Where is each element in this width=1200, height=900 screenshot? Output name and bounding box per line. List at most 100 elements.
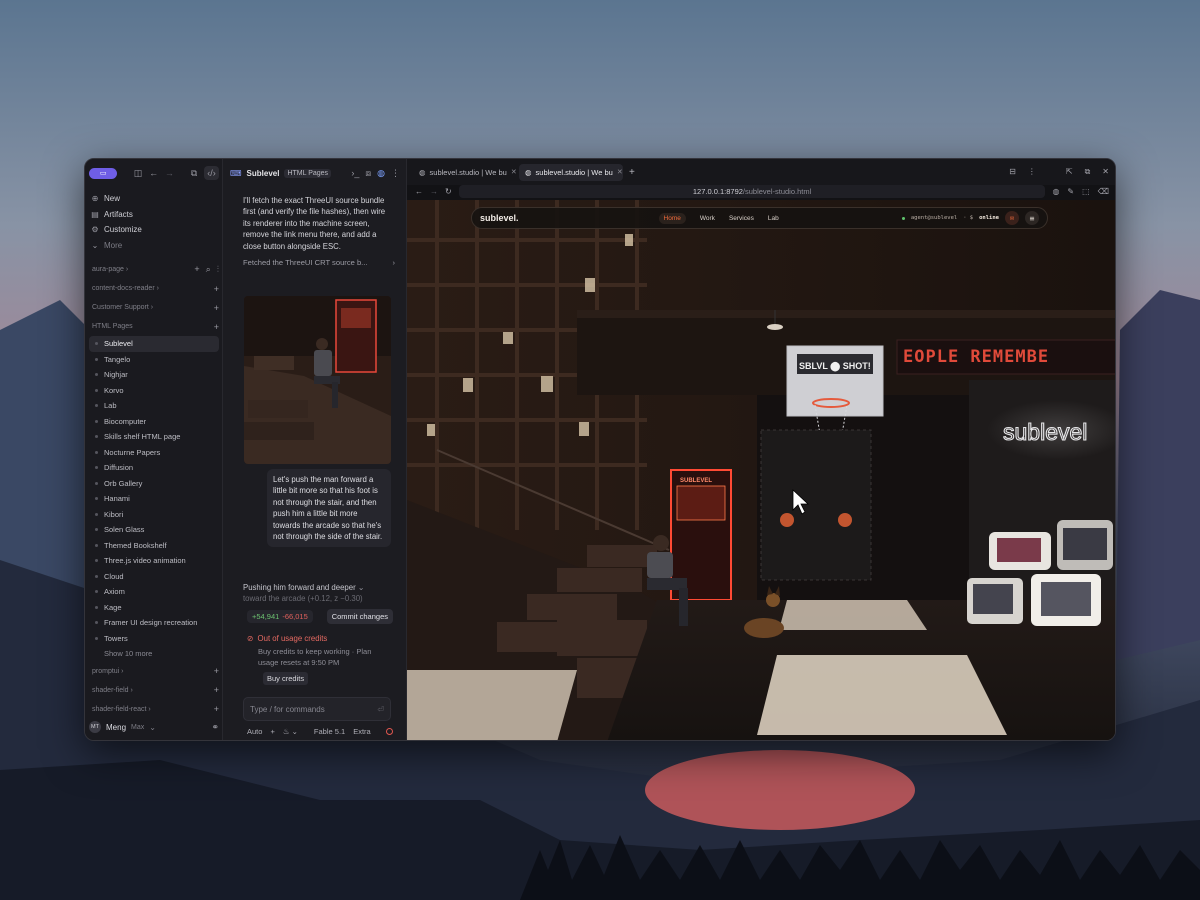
3d-arcade-scene[interactable]: SBLVL ⬤ SHOT! EOPLE REMEMBE sublevel SUB…: [407, 200, 1116, 741]
sidebar-item-axiom[interactable]: Axiom: [85, 584, 223, 600]
new-chat-button[interactable]: ⊕ New: [91, 191, 217, 207]
sidebar-item-lab[interactable]: Lab: [85, 398, 223, 414]
forward-arrow-icon[interactable]: →: [430, 187, 438, 196]
sidebar-item-nighjar[interactable]: Nighjar: [85, 367, 223, 383]
sidebar-item-tangelo[interactable]: Tangelo: [85, 352, 223, 368]
project-badge[interactable]: HTML Pages: [284, 168, 332, 178]
plus-icon[interactable]: +: [214, 704, 219, 714]
plus-icon[interactable]: +: [214, 284, 219, 294]
plus-icon[interactable]: +: [214, 322, 219, 332]
mode-selector[interactable]: Auto: [247, 727, 262, 736]
sidebar-item-label: Kibori: [104, 509, 124, 519]
more-icon[interactable]: ⋮: [1028, 167, 1036, 177]
sidebar-item-biocomputer[interactable]: Biocomputer: [85, 414, 223, 430]
sidebar-item-three-js-video-animation[interactable]: Three.js video animation: [85, 553, 223, 569]
section-shader-field-react[interactable]: shader-field-react › +: [85, 700, 223, 719]
plus-icon[interactable]: +: [214, 685, 219, 695]
globe-icon[interactable]: ◍: [1052, 187, 1059, 196]
sidebar-item-towers[interactable]: Towers: [85, 631, 223, 647]
section-content-docs-reader[interactable]: content-docs-reader › +: [85, 279, 223, 298]
new-window-icon[interactable]: ⧉: [188, 166, 200, 180]
url-field[interactable]: 127.0.0.1:8792/sublevel-studio.html: [458, 185, 1046, 198]
sidebar-toggle-icon[interactable]: ◫: [132, 166, 144, 180]
nav-home[interactable]: Home: [658, 212, 686, 224]
terminal-icon[interactable]: ›_: [351, 168, 359, 179]
nav-work[interactable]: Work: [700, 215, 715, 222]
commit-changes-button[interactable]: Commit changes: [326, 609, 393, 624]
artifacts-button[interactable]: ▤ Artifacts: [91, 207, 217, 223]
code-view-icon[interactable]: ‹/›: [203, 166, 219, 180]
section-shader-field[interactable]: shader-field › +: [85, 681, 223, 700]
browser-tab[interactable]: ◍ sublevel.studio | We bu ✕: [413, 164, 517, 181]
nav-services[interactable]: Services: [729, 215, 754, 222]
globe-icon[interactable]: ◍: [377, 168, 385, 179]
sidebar-item-diffusion[interactable]: Diffusion: [85, 460, 223, 476]
more-button[interactable]: ⌄ More: [91, 238, 217, 254]
plus-icon[interactable]: +: [214, 303, 219, 313]
section-label: shader-field-react: [92, 705, 147, 713]
bullet-icon: [95, 590, 98, 594]
mail-icon[interactable]: ✉: [1005, 211, 1019, 225]
sidebar-item-nocturne-papers[interactable]: Nocturne Papers: [85, 445, 223, 461]
menu-icon[interactable]: ≡: [1025, 211, 1039, 225]
web-page-viewport[interactable]: SBLVL ⬤ SHOT! EOPLE REMEMBE sublevel SUB…: [407, 200, 1116, 741]
close-icon[interactable]: ✕: [1102, 167, 1109, 177]
attached-screenshot[interactable]: [244, 296, 391, 464]
plus-icon[interactable]: +: [214, 666, 219, 676]
tool-call-row[interactable]: Fetched the ThreeUI CRT source b... ›: [243, 258, 395, 267]
browser-tab-active[interactable]: ◍ sublevel.studio | We bu ✕: [519, 163, 623, 181]
close-icon[interactable]: ✕: [511, 168, 517, 176]
layout-icon[interactable]: ⊟: [1009, 167, 1016, 177]
pen-icon[interactable]: ✎: [1067, 187, 1074, 196]
sidebar-item-kage[interactable]: Kage: [85, 600, 223, 616]
sidebar-item-themed-bookshelf[interactable]: Themed Bookshelf: [85, 538, 223, 554]
section-html-pages[interactable]: HTML Pages +: [85, 317, 223, 336]
open-external-icon[interactable]: ⇱: [1066, 167, 1073, 177]
picture-in-picture-icon[interactable]: ⧉: [1085, 167, 1091, 177]
message-composer[interactable]: Type / for commands ⏎: [243, 697, 391, 721]
section-promptui[interactable]: promptui › +: [85, 662, 223, 681]
show-more-button[interactable]: Show 10 more: [85, 646, 223, 662]
reload-icon[interactable]: ↻: [445, 187, 452, 196]
sidebar-item-kibori[interactable]: Kibori: [85, 507, 223, 523]
sidebar-item-framer-ui-design-recreation[interactable]: Framer UI design recreation: [85, 615, 223, 631]
site-logo[interactable]: sublevel.: [480, 213, 519, 223]
nav-lab[interactable]: Lab: [768, 215, 779, 222]
close-icon[interactable]: ✕: [617, 168, 623, 176]
effort-selector[interactable]: Extra: [353, 727, 371, 736]
sidebar-item-cloud[interactable]: Cloud: [85, 569, 223, 585]
search-icon[interactable]: ⌕: [206, 264, 211, 275]
model-selector[interactable]: Fable 5.1: [314, 727, 345, 736]
section-aura-page[interactable]: aura-page › + ⌕ ⫶: [85, 260, 223, 279]
microphone-icon[interactable]: ♨ ⌄: [283, 727, 298, 736]
send-icon[interactable]: ⏎: [377, 705, 384, 714]
back-arrow-icon[interactable]: ←: [415, 187, 423, 196]
back-arrow-icon[interactable]: ←: [148, 166, 160, 180]
filter-icon[interactable]: ⫶: [217, 264, 219, 275]
section-customer-support[interactable]: Customer Support › +: [85, 298, 223, 317]
stop-icon[interactable]: [386, 728, 393, 735]
bullet-icon: [95, 481, 98, 485]
sidebar-item-korvo[interactable]: Korvo: [85, 383, 223, 399]
user-menu[interactable]: MT Meng Max ⌄ ⚭: [89, 718, 219, 736]
sidebar-item-solen-glass[interactable]: Solen Glass: [85, 522, 223, 538]
sidebar-item-skills-shelf-html-page[interactable]: Skills shelf HTML page: [85, 429, 223, 445]
preview-icon[interactable]: ⧈: [365, 168, 371, 179]
buy-credits-button[interactable]: Buy credits: [263, 672, 309, 685]
forward-arrow-icon[interactable]: →: [164, 166, 176, 180]
bullet-icon: [95, 450, 98, 454]
sidebar-item-orb-gallery[interactable]: Orb Gallery: [85, 476, 223, 492]
sidebar-item-hanami[interactable]: Hanami: [85, 491, 223, 507]
trash-icon[interactable]: ⌫: [1098, 187, 1109, 196]
plus-icon[interactable]: +: [270, 727, 274, 736]
customize-button[interactable]: ⚙ Customize: [91, 222, 217, 238]
chevron-down-icon[interactable]: ⌄: [356, 583, 365, 592]
plus-icon[interactable]: +: [194, 264, 199, 275]
more-icon[interactable]: ⋮: [391, 168, 400, 179]
app-logo[interactable]: ▭: [89, 167, 118, 179]
sidebar-item-sublevel[interactable]: Sublevel: [89, 336, 219, 352]
link-icon[interactable]: ⚭: [211, 722, 219, 733]
diff-stats[interactable]: +54,941 -66,015: [247, 610, 313, 623]
new-tab-icon[interactable]: +: [625, 167, 639, 178]
select-icon[interactable]: ⬚: [1082, 187, 1090, 196]
